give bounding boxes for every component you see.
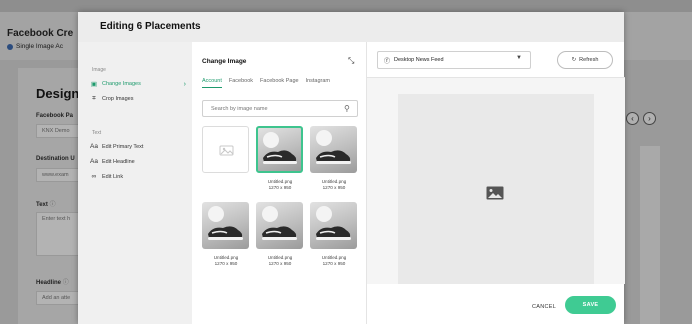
change-image-title: Change Image bbox=[202, 58, 247, 65]
nav-section-text: Text bbox=[92, 130, 102, 136]
shoe-image bbox=[263, 132, 297, 164]
ad-preview-card bbox=[398, 94, 594, 284]
tab-instagram[interactable]: Instagram bbox=[306, 78, 330, 88]
nav-item-label: Change Images bbox=[102, 81, 141, 87]
shoe-image bbox=[262, 206, 297, 240]
modal-header: Editing 6 Placements bbox=[78, 12, 624, 42]
save-button[interactable]: SAVE bbox=[565, 296, 616, 314]
image-caption: Untitled.png 1270 x 950 bbox=[252, 179, 308, 191]
change-image-panel: Change Image ⤡ Account Facebook Facebook… bbox=[192, 42, 366, 324]
nav-item-label: Edit Link bbox=[102, 173, 124, 180]
nav-item-label: Edit Primary Text bbox=[102, 143, 144, 150]
field-label-facebook-page: Facebook Pa bbox=[36, 113, 74, 119]
arrow-right-icon[interactable]: › bbox=[643, 112, 656, 125]
search-icon[interactable]: ⚲ bbox=[344, 104, 350, 113]
chevron-right-icon: › bbox=[183, 80, 186, 88]
crop-icon: ⌗ bbox=[92, 95, 96, 102]
image-icon: ▣ bbox=[90, 81, 98, 88]
placement-select-value: Desktop News Feed bbox=[394, 57, 444, 63]
image-size: 1270 x 950 bbox=[322, 185, 346, 190]
image-thumbnail[interactable] bbox=[202, 202, 249, 249]
image-thumbnail[interactable] bbox=[310, 126, 357, 173]
facebook-icon bbox=[7, 43, 13, 50]
page-subtitle-text: Single Image Ac bbox=[16, 43, 63, 50]
text-icon: Aa bbox=[90, 158, 98, 165]
nav-item-change-images[interactable]: ▣ Change Images › bbox=[90, 80, 186, 89]
nav-item-edit-primary-text[interactable]: Aa Edit Primary Text bbox=[90, 143, 186, 150]
edit-nav: Image ▣ Change Images › ⌗ Crop Images Te… bbox=[78, 42, 192, 324]
image-search-input[interactable] bbox=[202, 100, 358, 117]
image-placeholder-icon bbox=[486, 186, 504, 200]
nav-item-crop-images[interactable]: ⌗ Crop Images bbox=[90, 95, 186, 103]
image-thumbnail-selected[interactable] bbox=[256, 126, 303, 173]
refresh-icon: ↻ bbox=[571, 57, 577, 63]
editing-placements-modal: Editing 6 Placements Image ▣ Change Imag… bbox=[78, 12, 625, 324]
image-placeholder-icon bbox=[219, 145, 234, 156]
design-heading: Design bbox=[36, 86, 80, 101]
image-size: 1270 x 950 bbox=[268, 185, 292, 190]
ad-preview-area bbox=[367, 78, 625, 284]
shoe-image bbox=[316, 206, 351, 240]
shoe-image bbox=[208, 206, 243, 240]
image-size: 1270 x 950 bbox=[322, 261, 346, 266]
tab-account[interactable]: Account bbox=[202, 78, 222, 88]
tab-facebook-page[interactable]: Facebook Page bbox=[260, 78, 299, 88]
top-bar bbox=[0, 0, 692, 12]
page-subtitle: Single Image Ac bbox=[7, 43, 63, 50]
refresh-button[interactable]: ↻ Refresh bbox=[557, 51, 613, 69]
image-size: 1270 x 950 bbox=[214, 261, 238, 266]
source-tabs: Account Facebook Facebook Page Instagram bbox=[202, 78, 330, 88]
modal-title: Editing 6 Placements bbox=[100, 21, 201, 32]
field-label-text: Text ⓘ bbox=[36, 199, 56, 208]
field-label-text-value: Text bbox=[36, 202, 48, 208]
nav-item-label: Crop Images bbox=[102, 96, 134, 102]
nav-item-edit-headline[interactable]: Aa Edit Headline bbox=[90, 158, 186, 165]
image-caption: Untitled.png 1270 x 950 bbox=[306, 255, 362, 267]
caret-down-icon: ▼ bbox=[516, 55, 522, 61]
image-caption: Untitled.png 1270 x 950 bbox=[252, 255, 308, 267]
image-caption: Untitled.png 1270 x 950 bbox=[306, 179, 362, 191]
nav-item-label: Edit Headline bbox=[102, 158, 135, 165]
text-icon: Aa bbox=[90, 143, 98, 150]
arrow-left-icon[interactable]: ‹ bbox=[626, 112, 639, 125]
shoe-image bbox=[316, 130, 351, 164]
info-icon: ⓘ bbox=[62, 280, 69, 286]
preview-panel-bg bbox=[640, 146, 660, 324]
image-caption: Untitled.png 1270 x 950 bbox=[198, 255, 254, 267]
image-size: 1270 x 950 bbox=[268, 261, 292, 266]
nav-item-edit-link[interactable]: ∞ Edit Link bbox=[90, 173, 186, 180]
nav-section-image: Image bbox=[92, 67, 106, 73]
facebook-icon: ⓕ bbox=[384, 58, 391, 65]
refresh-label: Refresh bbox=[579, 57, 599, 63]
placement-select[interactable]: ⓕ Desktop News Feed ▼ bbox=[377, 51, 531, 69]
image-thumbnail[interactable] bbox=[310, 202, 357, 249]
field-label-headline: Headline ⓘ bbox=[36, 277, 69, 286]
image-thumbnail[interactable] bbox=[256, 202, 303, 249]
link-icon: ∞ bbox=[91, 173, 97, 180]
info-icon: ⓘ bbox=[49, 202, 56, 208]
preview-toolbar: ⓕ Desktop News Feed ▼ ↻ Refresh bbox=[367, 42, 625, 78]
page-title: Facebook Cre bbox=[7, 28, 74, 39]
preview-panel: ⓕ Desktop News Feed ▼ ↻ Refresh CANCEL S… bbox=[366, 42, 625, 324]
field-label-headline-value: Headline bbox=[36, 280, 62, 286]
cancel-button[interactable]: CANCEL bbox=[532, 304, 556, 310]
upload-image-placeholder[interactable] bbox=[202, 126, 249, 173]
field-label-destination-url: Destination U bbox=[36, 156, 75, 162]
tab-facebook[interactable]: Facebook bbox=[229, 78, 253, 88]
collapse-icon[interactable]: ⤡ bbox=[348, 56, 354, 66]
carousel-arrows: ‹ › bbox=[626, 112, 656, 125]
